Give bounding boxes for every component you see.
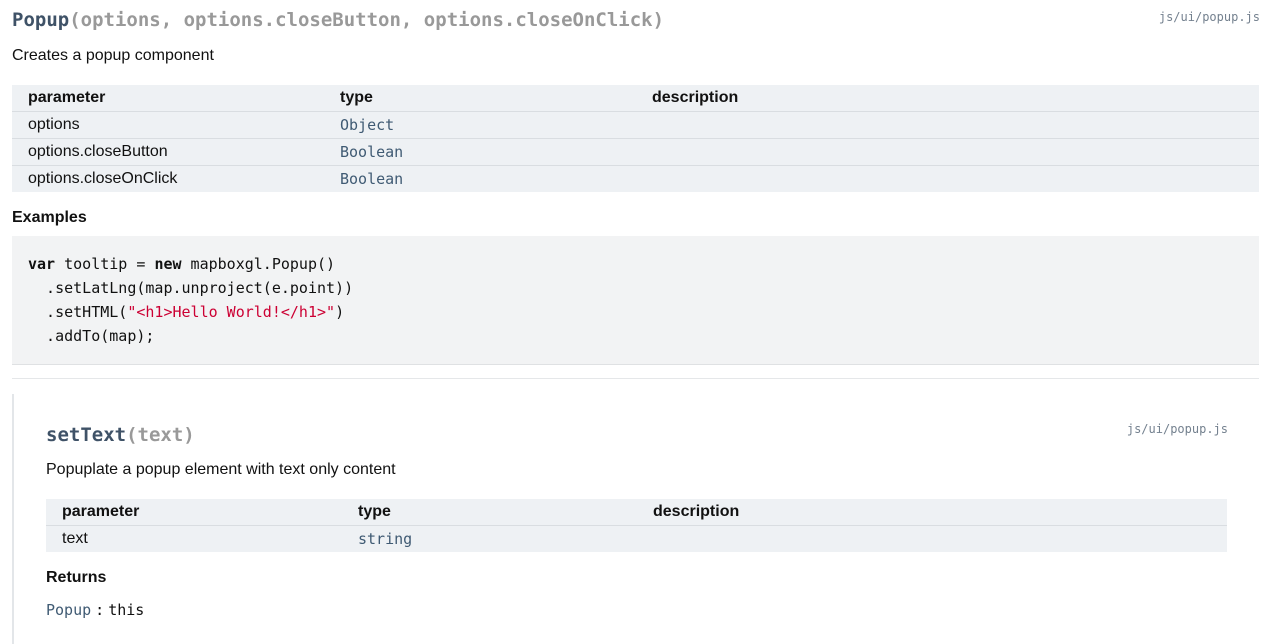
table-row: text string: [46, 525, 1227, 552]
code-keyword: var: [28, 255, 56, 273]
popup-parameter-table: parameter type description options Objec…: [12, 85, 1259, 192]
header-parameter: parameter: [46, 499, 342, 526]
popup-signature: Popup(options, options.closeButton, opti…: [12, 9, 664, 31]
popup-source-link[interactable]: js/ui/popup.js: [1159, 10, 1260, 24]
returns-type-link[interactable]: Popup: [46, 601, 91, 619]
returns-value: Popup: this: [46, 600, 144, 619]
code-keyword: new: [154, 255, 182, 273]
returns-separator: :: [95, 601, 105, 619]
table-row: options.closeButton Boolean: [12, 138, 1259, 166]
returns-description: this: [108, 601, 145, 619]
param-name: options.closeButton: [12, 138, 324, 166]
table-row: options Object: [12, 111, 1259, 139]
settext-source-link[interactable]: js/ui/popup.js: [1127, 422, 1228, 436]
popup-description: Creates a popup component: [12, 47, 214, 64]
popup-parameters: (options, options.closeButton, options.c…: [69, 9, 665, 31]
header-parameter: parameter: [12, 85, 324, 112]
param-type: string: [342, 525, 637, 552]
returns-heading: Returns: [46, 569, 107, 586]
param-description: [636, 111, 1259, 139]
header-type: type: [324, 85, 636, 112]
settext-parameters: (text): [126, 424, 195, 446]
examples-heading: Examples: [12, 209, 87, 226]
param-type: Object: [324, 111, 636, 139]
param-description: [636, 165, 1259, 192]
param-name: text: [46, 525, 342, 552]
param-name: options.closeOnClick: [12, 165, 324, 192]
param-type: Boolean: [324, 165, 636, 192]
param-name: options: [12, 111, 324, 139]
header-type: type: [342, 499, 637, 526]
code-string: "<h1>Hello World!</h1>": [127, 303, 336, 321]
code-line-1: var tooltip = new mapboxgl.Popup(): [28, 255, 336, 273]
settext-parameter-table: parameter type description text string: [46, 499, 1227, 552]
table-header-row: parameter type description: [12, 85, 1259, 112]
code-line-3: .setHTML("<h1>Hello World!</h1>"): [28, 303, 345, 321]
code-line-2: .setLatLng(map.unproject(e.point)): [28, 279, 354, 297]
table-row: options.closeOnClick Boolean: [12, 165, 1259, 192]
param-description: [636, 138, 1259, 166]
example-code-block: var tooltip = new mapboxgl.Popup() .setL…: [12, 236, 1259, 365]
popup-function-name: Popup: [12, 9, 70, 31]
code-line-4: .addTo(map);: [28, 327, 155, 345]
member-section-border: [12, 394, 14, 644]
header-description: description: [637, 499, 1227, 526]
section-divider: [12, 378, 1259, 379]
settext-description: Popuplate a popup element with text only…: [46, 461, 396, 478]
header-description: description: [636, 85, 1259, 112]
settext-signature: setText(text): [46, 424, 195, 446]
settext-function-name: setText: [46, 424, 127, 446]
param-description: [637, 525, 1227, 552]
table-header-row: parameter type description: [46, 499, 1227, 526]
param-type: Boolean: [324, 138, 636, 166]
